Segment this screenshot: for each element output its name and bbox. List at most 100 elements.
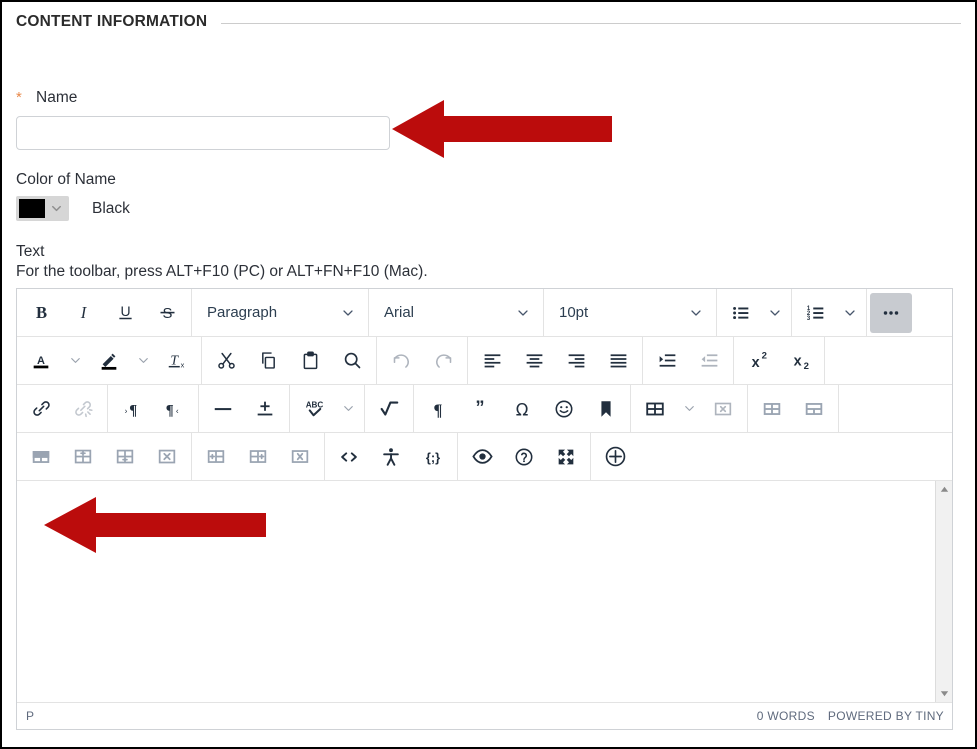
superscript-icon[interactable]: x 2 [737, 341, 779, 381]
svg-text:I: I [79, 303, 87, 322]
insert-row-below-icon[interactable] [104, 437, 146, 477]
table-properties-icon[interactable] [751, 389, 793, 429]
math-equation-icon[interactable] [368, 389, 410, 429]
align-justify-icon[interactable] [597, 341, 639, 381]
font-size-value: 10pt [559, 304, 589, 321]
toolbar-group-more [867, 289, 915, 336]
editor-content-area[interactable] [17, 481, 952, 703]
remove-link-icon[interactable] [62, 389, 104, 429]
content-information-panel: CONTENT INFORMATION * Name Color of Name… [0, 0, 977, 749]
toolbar-group-insert-break [199, 385, 290, 432]
chevron-down-icon[interactable] [130, 341, 156, 381]
rtl-direction-icon[interactable]: ¶ ‹ [153, 389, 195, 429]
name-label: Name [36, 89, 78, 106]
insert-link-icon[interactable] [20, 389, 62, 429]
insert-column-before-icon[interactable] [195, 437, 237, 477]
font-family-select[interactable]: Arial [372, 293, 540, 333]
subscript-icon[interactable]: x 2 [779, 341, 821, 381]
svg-text:›: › [125, 406, 128, 415]
italic-icon[interactable]: I [62, 293, 104, 333]
table-cell-properties-icon[interactable] [20, 437, 62, 477]
color-of-name-label: Color of Name [16, 171, 116, 188]
anchor-icon[interactable] [585, 389, 627, 429]
toolbar-group-history [377, 337, 468, 384]
toolbar-group-script: x 2 x 2 [734, 337, 825, 384]
svg-text:x: x [751, 355, 759, 371]
page-title: CONTENT INFORMATION [16, 13, 208, 30]
svg-text:U: U [120, 303, 130, 319]
chevron-down-icon[interactable] [45, 199, 67, 218]
source-code-icon[interactable] [328, 437, 370, 477]
word-count: 0 WORDS [756, 709, 815, 723]
scroll-down-arrow-icon[interactable] [939, 688, 950, 699]
toolbar-group-indent [643, 337, 734, 384]
underline-icon[interactable]: U [104, 293, 146, 333]
align-left-icon[interactable] [471, 341, 513, 381]
indent-decrease-icon[interactable] [688, 341, 730, 381]
ltr-direction-icon[interactable]: › ¶ [111, 389, 153, 429]
clear-formatting-icon[interactable]: T x [156, 341, 198, 381]
bold-icon[interactable]: B [20, 293, 62, 333]
name-input[interactable] [16, 116, 390, 150]
font-size-select[interactable]: 10pt [547, 293, 713, 333]
show-invisible-characters-icon[interactable]: ¶ [417, 389, 459, 429]
cut-icon[interactable] [205, 341, 247, 381]
chevron-down-icon[interactable] [762, 293, 788, 333]
toolbar-group-basic-formatting: B I U S [17, 289, 192, 336]
element-path[interactable]: P [26, 709, 34, 723]
toolbar-row-4: {;} [17, 433, 952, 481]
svg-text:B: B [35, 303, 46, 322]
redo-icon[interactable] [422, 341, 464, 381]
insert-table-icon[interactable] [634, 389, 676, 429]
accessibility-checker-icon[interactable] [370, 437, 412, 477]
page-break-icon[interactable] [244, 389, 286, 429]
svg-text:”: ” [475, 398, 484, 418]
delete-row-icon[interactable] [146, 437, 188, 477]
block-format-select[interactable]: Paragraph [195, 293, 365, 333]
editor-scrollbar[interactable] [935, 481, 952, 702]
align-center-icon[interactable] [513, 341, 555, 381]
strikethrough-icon[interactable]: S [146, 293, 188, 333]
bullet-list-icon[interactable] [720, 293, 762, 333]
insert-column-after-icon[interactable] [237, 437, 279, 477]
help-icon[interactable] [503, 437, 545, 477]
toolbar-group-code: {;} [325, 433, 458, 480]
spellcheck-icon[interactable]: ABC [293, 389, 335, 429]
scrollbar-track[interactable] [937, 498, 952, 685]
svg-text:‹: ‹ [176, 406, 179, 415]
color-picker-button[interactable] [16, 196, 69, 221]
delete-column-icon[interactable] [279, 437, 321, 477]
svg-text:Ω: Ω [516, 400, 529, 419]
table-row-properties-icon[interactable] [793, 389, 835, 429]
svg-text:3: 3 [807, 315, 811, 321]
paste-icon[interactable] [289, 341, 331, 381]
fullscreen-icon[interactable] [545, 437, 587, 477]
horizontal-rule-icon[interactable] [202, 389, 244, 429]
numbered-list-icon[interactable]: 1 2 3 [795, 293, 837, 333]
emoticons-icon[interactable] [543, 389, 585, 429]
align-right-icon[interactable] [555, 341, 597, 381]
code-sample-icon[interactable]: {;} [412, 437, 454, 477]
chevron-down-icon[interactable] [335, 389, 361, 429]
svg-text:A: A [37, 354, 45, 366]
tiny-branding[interactable]: POWERED BY TINY [828, 709, 944, 723]
text-color-icon[interactable]: A [20, 341, 62, 381]
insert-row-above-icon[interactable] [62, 437, 104, 477]
toolbar-group-math [365, 385, 414, 432]
special-character-icon[interactable]: Ω [501, 389, 543, 429]
copy-icon[interactable] [247, 341, 289, 381]
scroll-up-arrow-icon[interactable] [939, 484, 950, 495]
insert-media-icon[interactable] [594, 437, 636, 477]
undo-icon[interactable] [380, 341, 422, 381]
preview-icon[interactable] [461, 437, 503, 477]
indent-increase-icon[interactable] [646, 341, 688, 381]
search-replace-icon[interactable] [331, 341, 373, 381]
delete-table-icon[interactable] [702, 389, 744, 429]
chevron-down-icon[interactable] [837, 293, 863, 333]
more-options-icon[interactable] [870, 292, 912, 333]
toolbar-group-view [458, 433, 591, 480]
background-color-icon[interactable] [88, 341, 130, 381]
blockquote-icon[interactable]: ” [459, 389, 501, 429]
chevron-down-icon[interactable] [676, 389, 702, 429]
chevron-down-icon[interactable] [62, 341, 88, 381]
